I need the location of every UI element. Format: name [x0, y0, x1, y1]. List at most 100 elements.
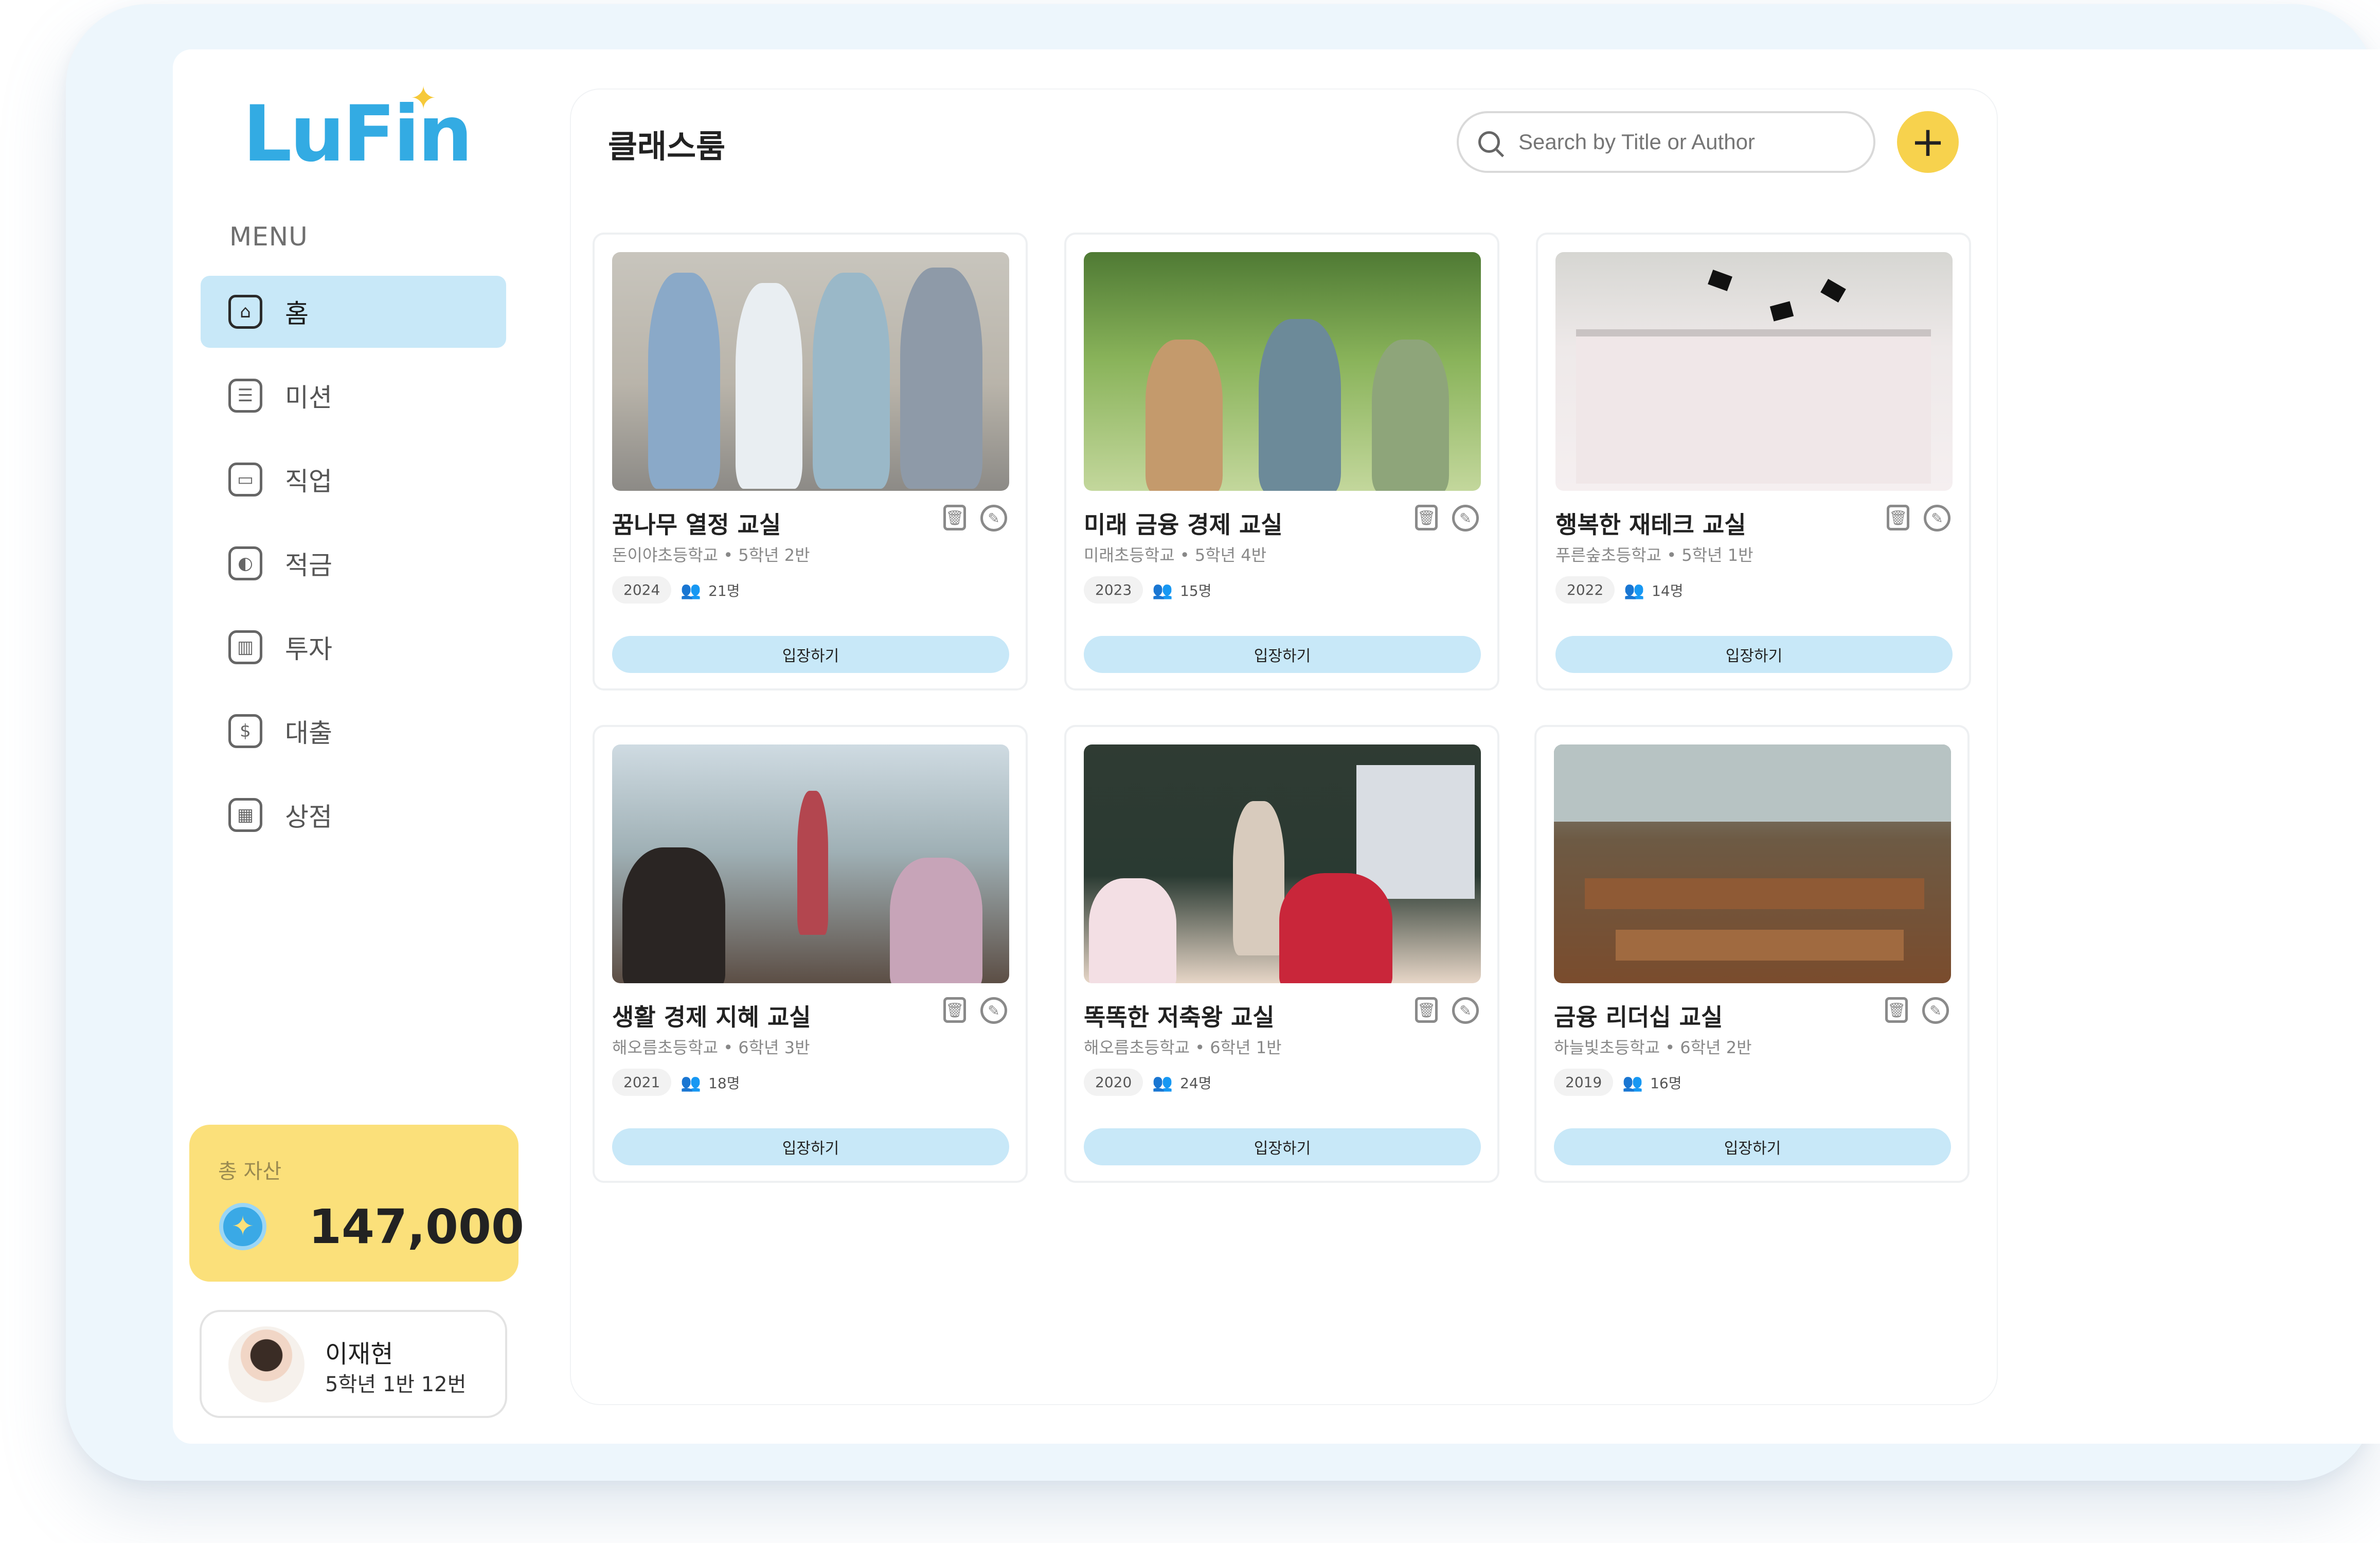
classroom-card[interactable]: 생활 경제 지혜 교실 해오름초등학교 • 6학년 3반 🗑 ✎ 2021 👥 … [593, 725, 1028, 1183]
card-actions: 🗑 ✎ [943, 997, 1007, 1024]
people-count: 21명 [708, 582, 740, 599]
people-count: 24명 [1180, 1074, 1212, 1092]
edit-icon[interactable]: ✎ [1924, 505, 1950, 531]
edit-icon[interactable]: ✎ [1922, 997, 1949, 1024]
sidebar-item-savings[interactable]: ◐ 적금 [201, 527, 506, 599]
people-icon: 👥 [1152, 1072, 1173, 1092]
search-icon [1478, 131, 1500, 153]
people-icon: 👥 [681, 580, 702, 600]
people-icon: 👥 [681, 1072, 702, 1092]
classroom-card[interactable]: 금융 리더십 교실 하늘빛초등학교 • 6학년 2반 🗑 ✎ 2019 👥 16… [1534, 725, 1970, 1183]
trash-icon[interactable]: 🗑 [943, 505, 966, 530]
people-icon: 👥 [1152, 580, 1173, 600]
card-title: 금융 리더십 교실 [1554, 1003, 1723, 1031]
trash-icon[interactable]: 🗑 [1885, 997, 1908, 1023]
classroom-card[interactable]: 미래 금융 경제 교실 미래초등학교 • 5학년 4반 🗑 ✎ 2023 👥 1… [1064, 233, 1499, 690]
classroom-image [612, 744, 1009, 983]
enter-button[interactable]: 입장하기 [1084, 1128, 1481, 1165]
classroom-card[interactable]: 똑똑한 저축왕 교실 해오름초등학교 • 6학년 1반 🗑 ✎ 2020 👥 2… [1064, 725, 1499, 1183]
sidebar-item-label: 적금 [285, 551, 332, 580]
year-badge: 2019 [1554, 1069, 1614, 1096]
sidebar-item-loan[interactable]: $ 대출 [201, 695, 506, 767]
trash-icon[interactable]: 🗑 [943, 997, 966, 1023]
sidebar: LuFin ✦ MENU ⌂ 홈 ☰ 미션 ▭ 직업 ◐ 적금 ▥ 투자 $ 대… [173, 49, 535, 1444]
card-actions: 🗑 ✎ [943, 505, 1007, 531]
sidebar-item-label: 홈 [285, 299, 309, 329]
briefcase-icon: ▭ [228, 463, 262, 496]
year-badge: 2024 [612, 576, 672, 604]
trash-icon[interactable]: 🗑 [1415, 997, 1438, 1023]
chart-icon: ▥ [228, 630, 262, 664]
asset-label: 총 자산 [218, 1160, 282, 1183]
sidebar-nav: ⌂ 홈 ☰ 미션 ▭ 직업 ◐ 적금 ▥ 투자 $ 대출 ▦ 상점 [201, 276, 506, 863]
enter-button[interactable]: 입장하기 [612, 636, 1009, 673]
card-title: 행복한 재테크 교실 [1555, 511, 1746, 539]
classroom-image [612, 252, 1009, 491]
card-meta: 2020 👥 24명 [1084, 1069, 1212, 1096]
enter-button[interactable]: 입장하기 [1555, 636, 1953, 673]
edit-icon[interactable]: ✎ [980, 505, 1007, 531]
sidebar-item-store[interactable]: ▦ 상점 [201, 779, 506, 851]
search-input[interactable] [1518, 130, 1848, 154]
card-title: 미래 금융 경제 교실 [1084, 511, 1283, 539]
year-badge: 2022 [1555, 576, 1615, 604]
add-classroom-button[interactable]: + [1897, 111, 1959, 173]
edit-icon[interactable]: ✎ [1452, 505, 1479, 531]
sidebar-item-mission[interactable]: ☰ 미션 [201, 360, 506, 432]
year-badge: 2023 [1084, 576, 1143, 604]
sidebar-item-label: 상점 [285, 802, 332, 832]
card-meta: 2021 👥 18명 [612, 1069, 740, 1096]
card-actions: 🗑 ✎ [1415, 997, 1479, 1024]
classroom-image [1084, 252, 1481, 491]
edit-icon[interactable]: ✎ [980, 997, 1007, 1024]
enter-button[interactable]: 입장하기 [1554, 1128, 1951, 1165]
sidebar-item-invest[interactable]: ▥ 투자 [201, 611, 506, 683]
card-title: 생활 경제 지혜 교실 [612, 1003, 811, 1031]
page-title: 클래스룸 [608, 128, 726, 165]
people-count: 14명 [1652, 582, 1684, 599]
trash-icon[interactable]: 🗑 [1887, 505, 1909, 530]
profile-card[interactable]: 이재현 5학년 1반 12번 [200, 1310, 507, 1418]
trash-icon[interactable]: 🗑 [1415, 505, 1438, 530]
classroom-card[interactable]: 꿈나무 열정 교실 돈이야초등학교 • 5학년 2반 🗑 ✎ 2024 👥 21… [593, 233, 1028, 690]
card-school: 해오름초등학교 • 6학년 3반 [612, 1038, 810, 1057]
logo-sparkle-icon: ✦ [410, 79, 437, 117]
coin-icon: ✦ [219, 1203, 266, 1250]
sidebar-item-label: 대출 [285, 718, 332, 748]
app-screen: LuFin ✦ MENU ⌂ 홈 ☰ 미션 ▭ 직업 ◐ 적금 ▥ 투자 $ 대… [173, 49, 2380, 1444]
card-actions: 🗑 ✎ [1415, 505, 1479, 531]
card-school: 해오름초등학교 • 6학년 1반 [1084, 1038, 1282, 1057]
enter-button[interactable]: 입장하기 [612, 1128, 1009, 1165]
card-school: 돈이야초등학교 • 5학년 2반 [612, 545, 810, 565]
classroom-image [1554, 744, 1951, 983]
people-count: 18명 [708, 1074, 740, 1092]
store-icon: ▦ [228, 798, 262, 832]
home-icon: ⌂ [228, 295, 262, 329]
card-school: 하늘빛초등학교 • 6학년 2반 [1554, 1038, 1752, 1057]
avatar [228, 1326, 305, 1403]
main-panel: 클래스룸 + 꿈나무 열정 교실 돈이야초등학교 • 5학년 2반 [571, 90, 1997, 1404]
classroom-card[interactable]: 행복한 재테크 교실 푸른숲초등학교 • 5학년 1반 🗑 ✎ 2022 👥 1… [1536, 233, 1971, 690]
people-count: 15명 [1180, 582, 1212, 599]
people-icon: 👥 [1624, 580, 1645, 600]
people-count: 16명 [1650, 1074, 1682, 1092]
sidebar-item-home[interactable]: ⌂ 홈 [201, 276, 506, 348]
card-meta: 2023 👥 15명 [1084, 576, 1212, 604]
card-title: 똑똑한 저축왕 교실 [1084, 1003, 1275, 1031]
edit-icon[interactable]: ✎ [1452, 997, 1479, 1024]
wallet-icon: ◐ [228, 546, 262, 580]
search-box[interactable] [1457, 111, 1875, 173]
sidebar-item-label: 투자 [285, 634, 332, 664]
card-school: 미래초등학교 • 5학년 4반 [1084, 545, 1267, 565]
card-school: 푸른숲초등학교 • 5학년 1반 [1555, 545, 1753, 565]
asset-value: 147,000 [309, 1199, 525, 1254]
dollar-icon: $ [228, 714, 262, 748]
logo[interactable]: LuFin ✦ [243, 82, 473, 173]
card-actions: 🗑 ✎ [1885, 997, 1949, 1024]
year-badge: 2020 [1084, 1069, 1143, 1096]
sidebar-item-job[interactable]: ▭ 직업 [201, 444, 506, 516]
card-actions: 🗑 ✎ [1887, 505, 1950, 531]
card-meta: 2019 👥 16명 [1554, 1069, 1682, 1096]
year-badge: 2021 [612, 1069, 672, 1096]
enter-button[interactable]: 입장하기 [1084, 636, 1481, 673]
